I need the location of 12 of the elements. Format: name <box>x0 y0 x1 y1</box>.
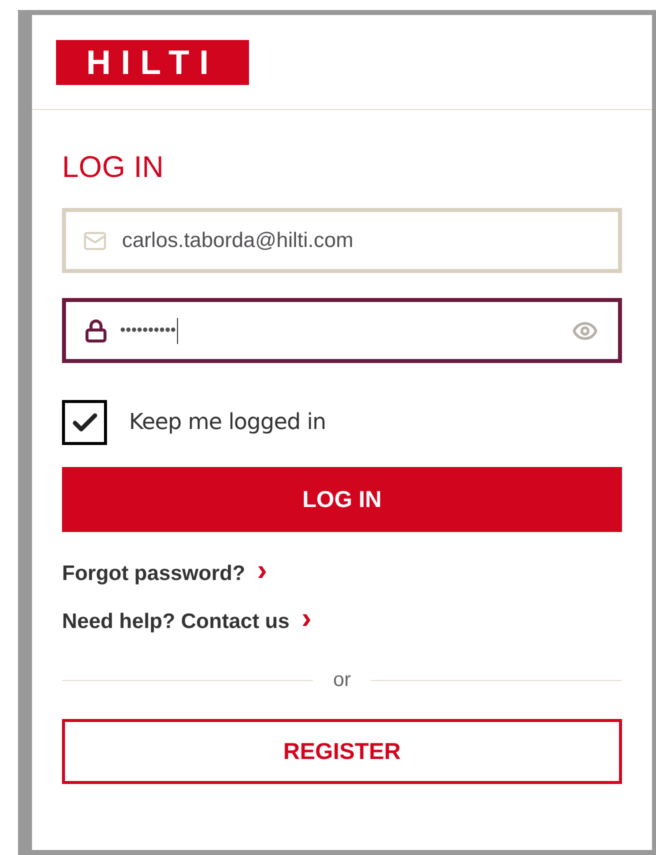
checkbox[interactable] <box>62 400 107 445</box>
register-button[interactable]: REGISTER <box>62 719 622 784</box>
checkbox-label: Keep me logged in <box>129 409 326 437</box>
help-link[interactable]: Need help? Contact us › <box>62 608 312 635</box>
divider-text: or <box>333 668 351 693</box>
logo: HILTI <box>56 40 249 85</box>
help-link[interactable]: Forgot password? › <box>62 560 268 587</box>
page-title: LOG IN <box>62 150 164 186</box>
email-field[interactable]: carlos.taborda@hilti.com <box>62 208 622 273</box>
lock-icon <box>84 318 108 344</box>
login-button[interactable]: LOG IN <box>62 467 622 532</box>
password-field[interactable]: •••••••••• <box>62 298 622 363</box>
